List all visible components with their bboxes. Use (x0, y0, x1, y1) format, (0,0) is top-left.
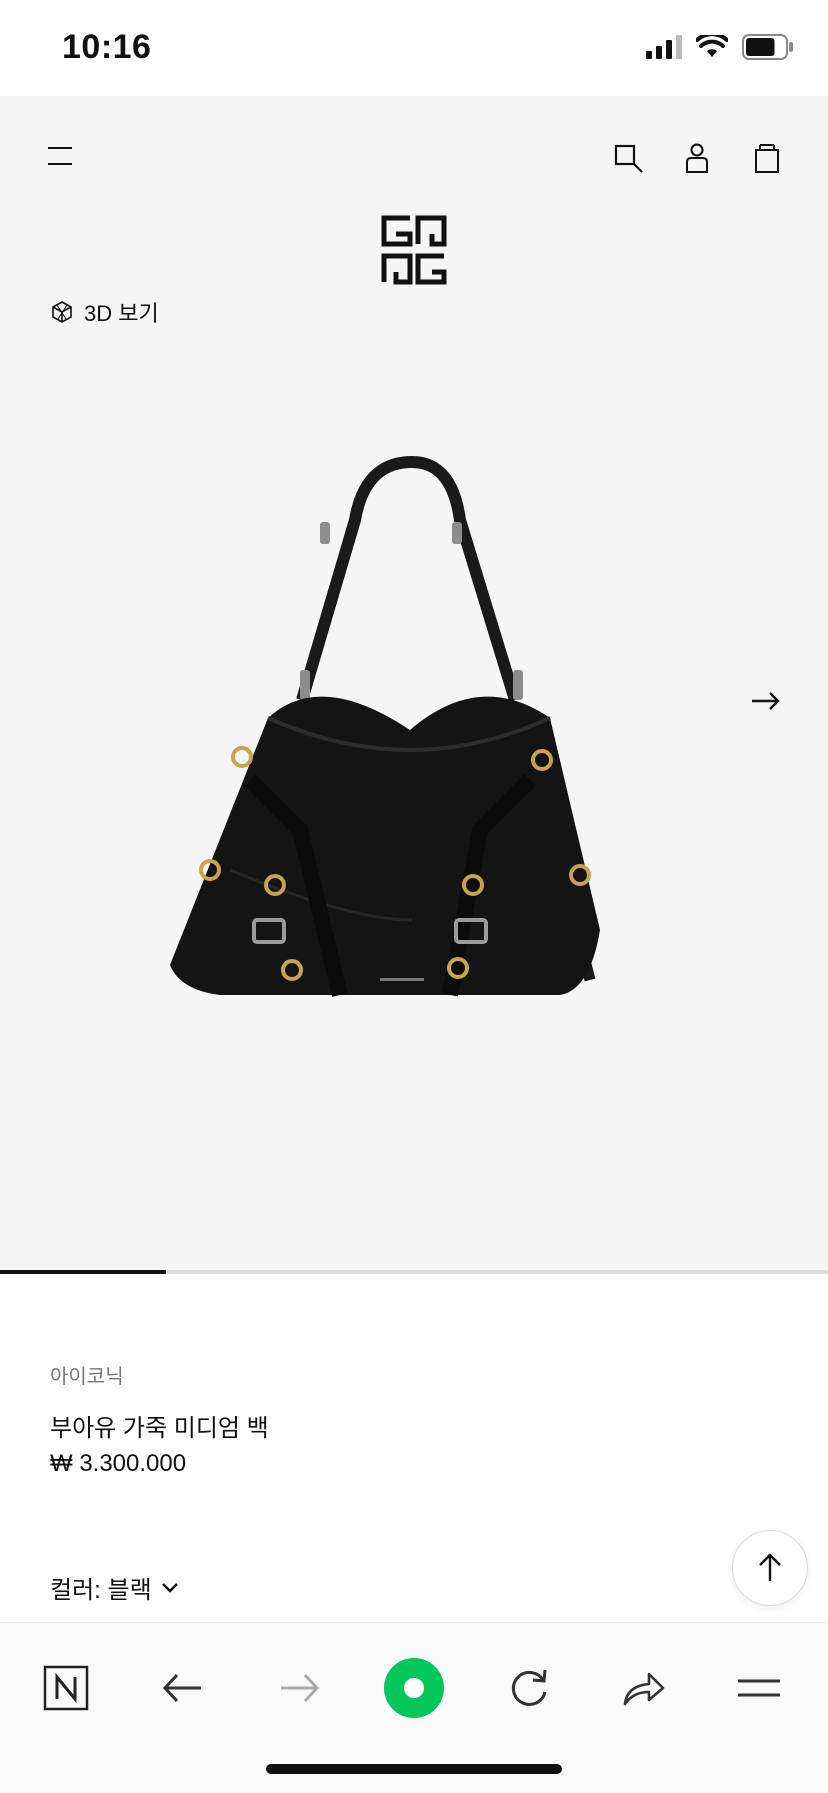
status-bar: 10:16 (0, 0, 828, 96)
forward-icon[interactable] (264, 1653, 334, 1723)
home-indicator (266, 1764, 562, 1774)
account-icon[interactable] (684, 142, 710, 179)
color-label: 컬러: 블랙 (50, 1577, 152, 1604)
color-selector[interactable]: 컬러: 블랙 (50, 1570, 180, 1605)
product-image (170, 455, 600, 997)
back-icon[interactable] (148, 1653, 218, 1723)
status-icons (646, 34, 794, 60)
menu-icon[interactable] (46, 144, 74, 173)
shopping-bag-icon[interactable] (754, 142, 780, 179)
naver-n-icon[interactable] (31, 1653, 101, 1723)
scroll-to-top-button[interactable] (732, 1530, 808, 1606)
reload-icon[interactable] (494, 1653, 564, 1723)
product-name: 부아유 가죽 미디엄 백 (50, 1415, 269, 1442)
view-3d-label: 3D 보기 (84, 301, 159, 326)
signal-icon (646, 35, 682, 59)
view-3d-button[interactable]: 3D 보기 (50, 296, 159, 328)
arrow-right-icon[interactable] (748, 684, 782, 723)
battery-icon (742, 34, 793, 60)
gallery-progress-fill (0, 1270, 166, 1274)
givenchy-4g-logo[interactable] (380, 214, 448, 286)
arrow-up-icon (759, 1553, 781, 1581)
cube-icon (52, 301, 72, 323)
share-icon[interactable] (609, 1653, 679, 1723)
chevron-down-icon (161, 1582, 178, 1593)
status-time: 10:16 (62, 28, 152, 66)
green-dot-icon[interactable] (379, 1653, 449, 1723)
wifi-icon (696, 35, 728, 57)
search-icon[interactable] (614, 144, 644, 179)
product-price: ₩ 3.300.000 (50, 1450, 187, 1477)
product-category: 아이코닉 (50, 1366, 124, 1388)
gallery-progress-bar (0, 1270, 828, 1274)
browser-menu-icon[interactable] (724, 1653, 794, 1723)
